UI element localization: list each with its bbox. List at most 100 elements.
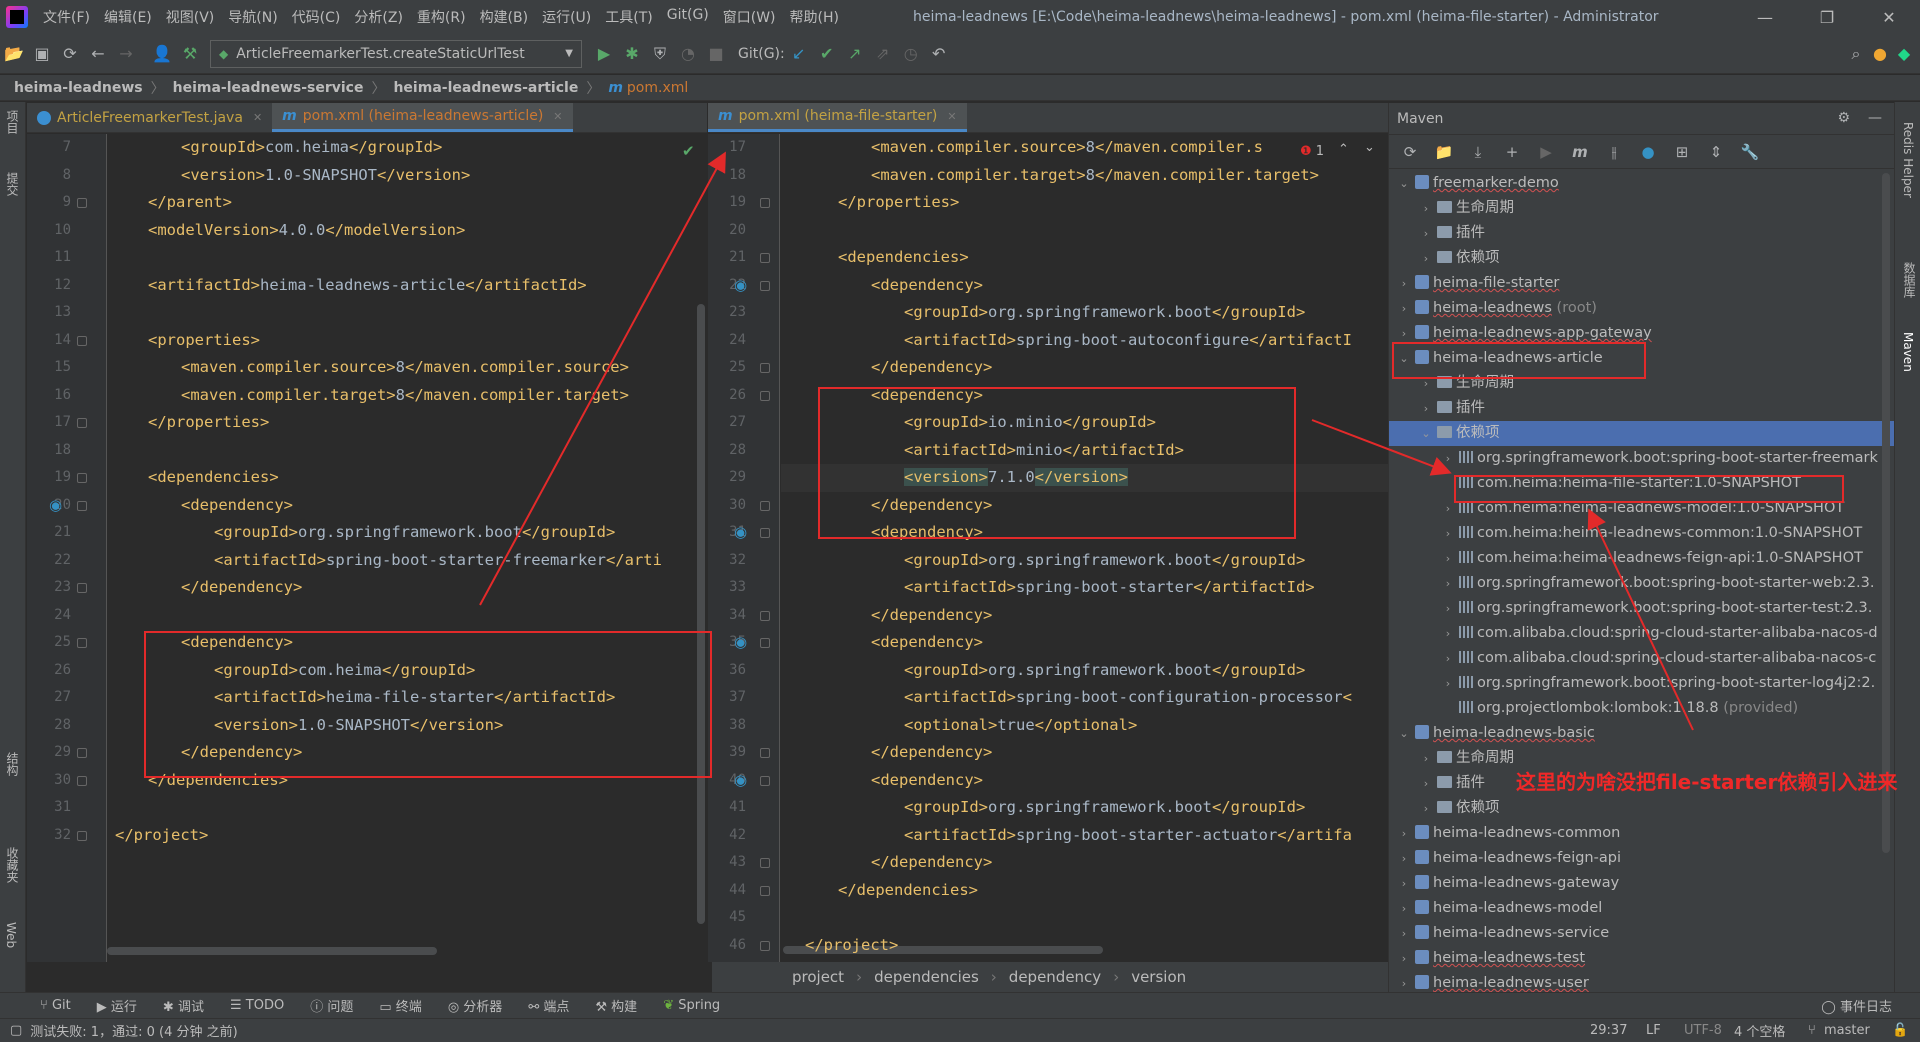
crumb-item[interactable]: dependency bbox=[1009, 968, 1101, 986]
line-separator[interactable]: LF bbox=[1646, 1023, 1661, 1038]
chevron-right-icon[interactable]: › bbox=[1397, 846, 1411, 871]
commit-tool-tab[interactable]: 提交 bbox=[4, 172, 21, 196]
fold-marker-icon[interactable] bbox=[77, 500, 87, 511]
crumb-item[interactable]: project bbox=[792, 968, 844, 986]
database-tab[interactable]: 数据库 bbox=[1901, 262, 1918, 298]
fold-marker-icon[interactable] bbox=[77, 748, 87, 758]
chevron-right-icon[interactable]: › bbox=[1441, 546, 1455, 571]
event-log-tab[interactable]: ◯ 事件日志 bbox=[1821, 996, 1892, 1015]
breadcrumb-item[interactable]: heima-leadnews bbox=[14, 80, 143, 96]
chevron-right-icon[interactable]: › bbox=[1441, 521, 1455, 546]
dependency-item[interactable]: › org.springframework.boot:spring-boot-st… bbox=[1389, 446, 1895, 471]
fold-marker-icon[interactable] bbox=[760, 775, 770, 786]
menu-item[interactable]: 视图(V) bbox=[159, 7, 222, 27]
fold-marker-icon[interactable] bbox=[760, 198, 770, 208]
debug-tool-tab[interactable]: ✱ 调试 bbox=[163, 996, 204, 1015]
menu-item[interactable]: 文件(F) bbox=[36, 7, 97, 27]
execute-goal-icon[interactable]: m bbox=[1565, 143, 1595, 161]
maximize-button[interactable]: ❐ bbox=[1796, 0, 1858, 34]
fold-marker-icon[interactable] bbox=[760, 610, 770, 621]
dependency-item[interactable]: org.projectlombok:lombok:1.18.8 (provide… bbox=[1389, 696, 1895, 721]
tree-folder-item[interactable]: › 插件 bbox=[1389, 221, 1895, 246]
chevron-right-icon[interactable]: › bbox=[1397, 896, 1411, 921]
dependency-item[interactable]: › org.springframework.boot:spring-boot-st… bbox=[1389, 596, 1895, 621]
forward-icon[interactable]: → bbox=[112, 40, 140, 68]
close-tab-icon[interactable]: ✕ bbox=[253, 111, 262, 124]
user-icon[interactable]: 👤 bbox=[148, 40, 176, 68]
chevron-right-icon[interactable]: › bbox=[1441, 571, 1455, 596]
maven-project-item[interactable]: › heima-leadnews-user bbox=[1389, 971, 1895, 992]
tree-folder-item[interactable]: › 生命周期 bbox=[1389, 196, 1895, 221]
toggle-offline-icon[interactable]: ⫲ bbox=[1599, 143, 1629, 161]
crumb-item[interactable]: version bbox=[1131, 968, 1186, 986]
git-tool-tab[interactable]: ⑂ Git bbox=[40, 998, 71, 1013]
chevron-right-icon[interactable]: › bbox=[1419, 221, 1433, 246]
maven-project-item[interactable]: › heima-leadnews-service bbox=[1389, 921, 1895, 946]
dependency-gutter-icon[interactable]: ◉ bbox=[49, 496, 62, 514]
git-branch[interactable]: master bbox=[1824, 1023, 1870, 1038]
jetbrains-toolbox-icon[interactable]: ◆ bbox=[1890, 40, 1918, 68]
tree-folder-item[interactable]: › 插件 bbox=[1389, 396, 1895, 421]
maven-project-item[interactable]: › heima-leadnews-common bbox=[1389, 821, 1895, 846]
chevron-right-icon[interactable]: › bbox=[1419, 746, 1433, 771]
chevron-right-icon[interactable]: › bbox=[1397, 296, 1411, 321]
menu-item[interactable]: 帮助(H) bbox=[783, 7, 846, 27]
fold-marker-icon[interactable] bbox=[77, 583, 87, 593]
git-update-icon[interactable]: ↙ bbox=[785, 40, 813, 68]
favorites-tool-tab[interactable]: 收藏夹 bbox=[4, 847, 21, 883]
settings-gear-icon[interactable]: ⚙ bbox=[1837, 110, 1850, 126]
chevron-up-icon[interactable]: ⌃ bbox=[1338, 142, 1349, 157]
menu-item[interactable]: 编辑(E) bbox=[97, 7, 159, 27]
run-icon[interactable]: ▶ bbox=[590, 40, 618, 68]
dependency-gutter-icon[interactable]: ◉ bbox=[734, 523, 747, 541]
maven-project-item[interactable]: › heima-file-starter bbox=[1389, 271, 1895, 296]
chevron-right-icon[interactable]: › bbox=[1419, 771, 1433, 796]
run-tool-tab[interactable]: ▶ 运行 bbox=[97, 996, 137, 1015]
maven-project-item[interactable]: › heima-leadnews-test bbox=[1389, 946, 1895, 971]
minimize-button[interactable]: — bbox=[1734, 0, 1796, 34]
chevron-right-icon[interactable]: › bbox=[1419, 246, 1433, 271]
chevron-right-icon[interactable]: › bbox=[1397, 871, 1411, 896]
menu-item[interactable]: 窗口(W) bbox=[716, 7, 783, 27]
menu-item[interactable]: 导航(N) bbox=[221, 7, 284, 27]
collapse-all-icon[interactable]: ⇕ bbox=[1701, 143, 1731, 161]
profiler-tool-tab[interactable]: ◎ 分析器 bbox=[448, 996, 503, 1015]
chevron-right-icon[interactable]: › bbox=[1397, 971, 1411, 992]
chevron-right-icon[interactable]: › bbox=[1441, 646, 1455, 671]
chevron-down-icon[interactable]: ⌄ bbox=[1397, 171, 1411, 196]
project-tool-tab[interactable]: 项目 bbox=[4, 110, 21, 134]
file-encoding[interactable]: UTF-8 bbox=[1684, 1023, 1722, 1038]
breadcrumb-file[interactable]: pom.xml bbox=[627, 80, 688, 96]
dependency-gutter-icon[interactable]: ◉ bbox=[734, 771, 747, 789]
chevron-right-icon[interactable]: › bbox=[1397, 821, 1411, 846]
fold-marker-icon[interactable] bbox=[760, 638, 770, 648]
lock-icon[interactable]: 🔓 bbox=[1892, 1023, 1908, 1038]
problems-tool-tab[interactable]: ⓘ 问题 bbox=[310, 996, 353, 1015]
build-tool-tab[interactable]: ⚒ 构建 bbox=[595, 996, 637, 1015]
chevron-right-icon[interactable]: › bbox=[1441, 446, 1455, 471]
profile-icon[interactable]: ◔ bbox=[674, 40, 702, 68]
menu-item[interactable]: 运行(U) bbox=[535, 7, 598, 27]
chevron-right-icon[interactable]: › bbox=[1441, 596, 1455, 621]
maven-project-item[interactable]: › heima-leadnews-gateway bbox=[1389, 871, 1895, 896]
dependency-item[interactable]: › org.springframework.boot:spring-boot-st… bbox=[1389, 671, 1895, 696]
horizontal-scrollbar[interactable] bbox=[107, 947, 437, 955]
tab-file-starter-pom[interactable]: m pom.xml (heima-file-starter) ✕ bbox=[708, 103, 967, 132]
fold-marker-icon[interactable] bbox=[760, 885, 770, 896]
fold-marker-icon[interactable] bbox=[760, 858, 770, 868]
maven-project-item[interactable]: ⌄ freemarker-demo bbox=[1389, 171, 1895, 196]
build-hammer-icon[interactable]: ⚒ bbox=[176, 40, 204, 68]
fold-marker-icon[interactable] bbox=[77, 638, 87, 648]
debug-icon[interactable]: ✱ bbox=[618, 40, 646, 68]
fold-marker-icon[interactable] bbox=[77, 473, 87, 483]
chevron-down-icon[interactable]: ⌄ bbox=[1419, 421, 1433, 446]
show-dependencies-icon[interactable]: ⊞ bbox=[1667, 143, 1697, 161]
web-tool-tab[interactable]: Web bbox=[4, 922, 18, 948]
caret-position[interactable]: 29:37 bbox=[1590, 1023, 1627, 1038]
menu-item[interactable]: 构建(B) bbox=[473, 7, 536, 27]
git-compare-icon[interactable]: ⇗ bbox=[869, 40, 897, 68]
skip-tests-icon[interactable]: ● bbox=[1633, 143, 1663, 161]
fold-marker-icon[interactable] bbox=[760, 253, 770, 263]
fold-marker-icon[interactable] bbox=[760, 390, 770, 401]
menu-item[interactable]: 分析(Z) bbox=[347, 7, 410, 27]
